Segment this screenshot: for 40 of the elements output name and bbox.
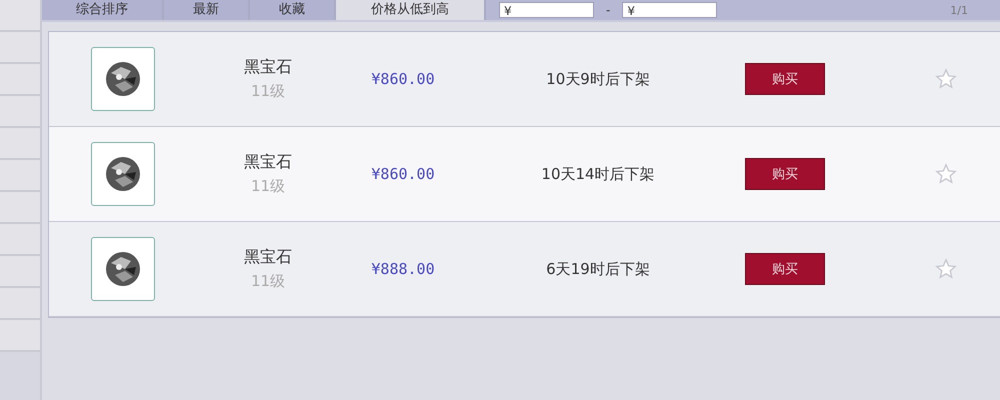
sort-tab[interactable]: 价格从低到高 [336, 0, 486, 20]
item-name: 黑宝石 [244, 57, 292, 78]
item-level: 11级 [250, 177, 286, 196]
sidebar-item[interactable] [0, 288, 40, 320]
sidebar-item[interactable] [0, 224, 40, 256]
sidebar-item[interactable] [0, 64, 40, 96]
item-price: ¥860.00 [370, 70, 436, 88]
min-price-field[interactable]: ¥ [499, 2, 594, 18]
item-name: 黑宝石 [244, 247, 292, 268]
sidebar-item[interactable] [0, 96, 40, 128]
gem-icon [103, 154, 143, 194]
sidebar-item[interactable] [0, 128, 40, 160]
page-indicator: 1/1 [950, 4, 968, 16]
time-left: 10天9时后下架 [545, 70, 651, 88]
star-icon[interactable] [935, 68, 957, 90]
sidebar-item[interactable] [0, 32, 40, 64]
item-price: ¥888.00 [370, 260, 436, 278]
time-left: 6天19时后下架 [545, 260, 651, 278]
sidebar-item[interactable] [0, 0, 40, 32]
gem-icon [103, 249, 143, 289]
buy-button[interactable]: 购买 [745, 63, 825, 95]
buy-button[interactable]: 购买 [745, 158, 825, 190]
sort-tab[interactable]: 最新 [164, 0, 250, 20]
sort-tab[interactable]: 综合排序 [42, 0, 164, 20]
sidebar-item[interactable] [0, 160, 40, 192]
time-left: 10天14时后下架 [540, 164, 656, 184]
max-price-field[interactable]: ¥ [622, 2, 718, 18]
star-icon[interactable] [935, 163, 957, 185]
item-level: 11级 [250, 272, 286, 291]
gem-icon [103, 59, 143, 99]
sort-tab[interactable]: 收藏 [250, 0, 336, 20]
buy-button[interactable]: 购买 [745, 253, 825, 285]
item-name: 黑宝石 [244, 152, 292, 173]
item-level: 11级 [250, 82, 286, 101]
range-separator: - [606, 3, 610, 17]
sidebar-item[interactable] [0, 256, 40, 288]
sidebar-item[interactable] [0, 192, 40, 224]
sidebar-item[interactable] [0, 320, 40, 352]
star-icon[interactable] [935, 258, 957, 280]
item-price: ¥860.00 [370, 165, 436, 183]
